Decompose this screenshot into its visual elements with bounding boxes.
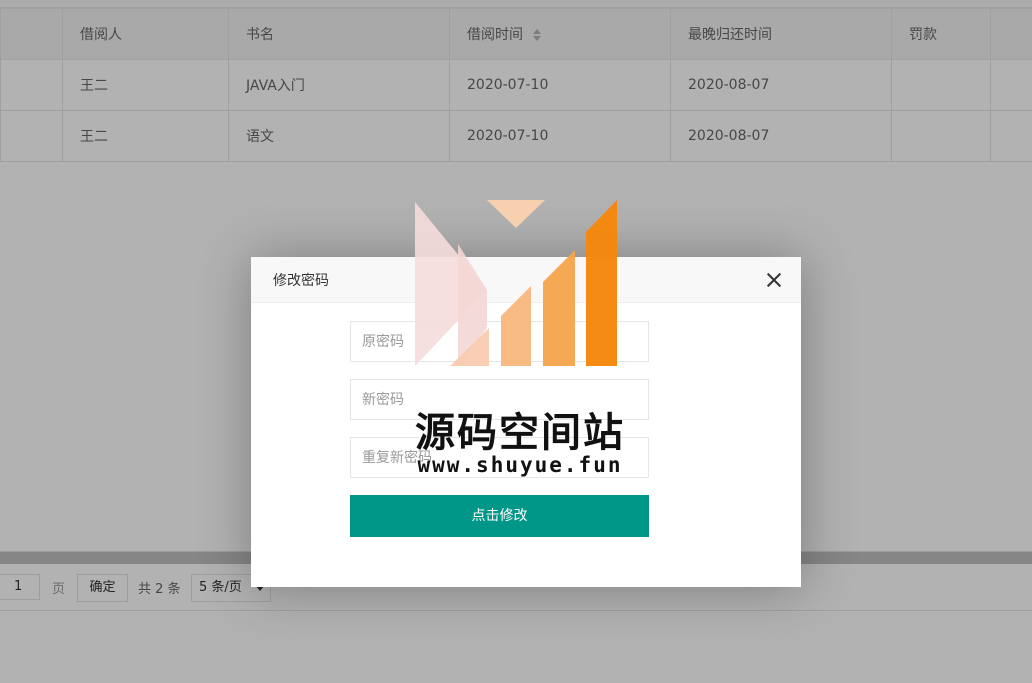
- close-icon[interactable]: [765, 271, 783, 289]
- watermark-title: 源码空间站: [415, 410, 625, 456]
- watermark-url: www.shuyue.fun: [417, 453, 623, 477]
- watermark: 源码空间站 www.shuyue.fun: [395, 198, 645, 488]
- watermark-logo-icon: [415, 200, 617, 366]
- submit-change-button[interactable]: 点击修改: [350, 495, 649, 537]
- dialog-title: 修改密码: [273, 273, 329, 289]
